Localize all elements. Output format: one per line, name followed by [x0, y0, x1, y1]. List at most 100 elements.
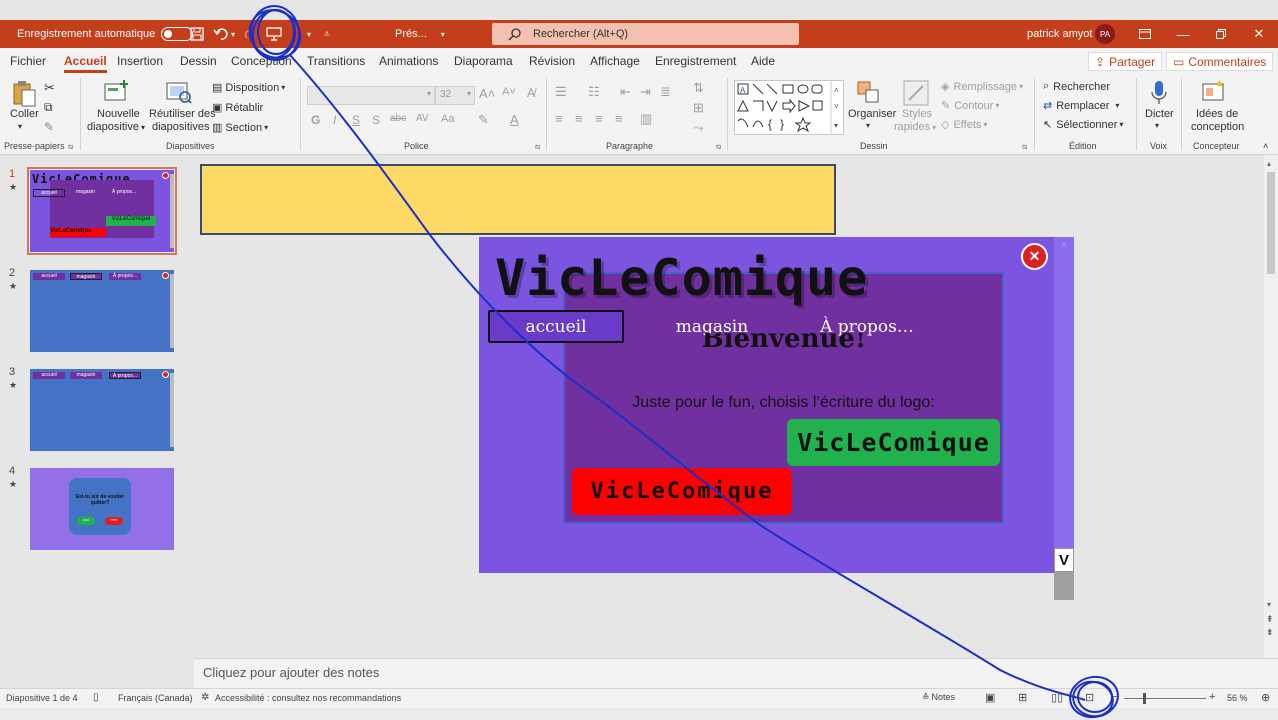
ribbon-display-icon[interactable] [1126, 20, 1164, 48]
tab-conception[interactable]: Conception [231, 54, 292, 68]
user-name[interactable]: patrick amyot [1027, 20, 1092, 48]
tab-diaporama[interactable]: Diaporama [454, 54, 513, 68]
text-direction-icon[interactable]: ⇅ [693, 80, 704, 96]
designer-icon[interactable] [1201, 80, 1227, 107]
paste-label[interactable]: Coller [10, 108, 39, 120]
design-ideas-label-2[interactable]: conception [1191, 121, 1244, 133]
numbering-icon[interactable]: ☷ [588, 84, 600, 100]
zoom-slider-thumb[interactable] [1143, 693, 1146, 704]
redo-icon[interactable] [244, 20, 256, 48]
comments-button[interactable]: ▭ Commentaires [1166, 52, 1274, 71]
language-indicator[interactable]: Français (Canada) [118, 693, 193, 703]
search-input[interactable]: Rechercher (Alt+Q) [492, 23, 799, 45]
zoom-in-icon[interactable]: + [1209, 691, 1215, 703]
notes-placeholder[interactable]: Cliquez pour ajouter des notes [203, 665, 379, 680]
popup-scroll-thumb[interactable]: V [1054, 548, 1074, 600]
tab-revision[interactable]: Révision [529, 54, 575, 68]
zoom-slider[interactable] [1124, 698, 1206, 699]
align-center-icon[interactable]: ≡ [575, 111, 583, 126]
reset-button[interactable]: ▣ Rétablir [212, 101, 263, 115]
dialog-launcher-icon[interactable]: ⧅ [1022, 142, 1027, 152]
zoom-out-icon[interactable]: − [1113, 691, 1119, 703]
tab-affichage[interactable]: Affichage [590, 54, 640, 68]
shape-outline-button[interactable]: ✎ Contour ▾ [941, 99, 999, 113]
new-slide-icon[interactable] [104, 80, 130, 107]
highlight-icon[interactable]: ✎ [478, 112, 489, 128]
slide-canvas[interactable]: VicLeComique accueil magasin À propos… B… [479, 237, 1074, 573]
slide-thumbnail-2[interactable]: accueil magasin À propos... [30, 270, 174, 352]
qat-dropdown-icon[interactable]: ▾ [307, 20, 311, 48]
italic-button[interactable]: I [333, 113, 336, 127]
design-ideas-label-1[interactable]: Idées de [1196, 108, 1238, 120]
green-logo-option[interactable]: VicLeComique [787, 419, 1000, 466]
strikethrough-button[interactable]: abc [390, 113, 406, 124]
tab-aide[interactable]: Aide [751, 54, 775, 68]
scroll-down-icon[interactable]: ▾ [1267, 600, 1271, 609]
minimize-button[interactable]: — [1164, 20, 1202, 48]
tab-accueil[interactable]: Accueil [64, 54, 107, 73]
align-text-icon[interactable]: ⊞ [693, 100, 704, 116]
clear-format-icon[interactable]: A̸ [527, 86, 535, 100]
close-button[interactable]: ✕ [1240, 20, 1278, 48]
dialog-launcher-icon[interactable]: ⧅ [716, 142, 721, 152]
accessibility-status[interactable]: Accessibilité : consultez nos recommanda… [215, 693, 401, 703]
tab-fichier[interactable]: Fichier [10, 54, 46, 68]
previous-slide-icon[interactable]: ⇞ [1266, 614, 1274, 625]
underline-button[interactable]: S [352, 113, 360, 127]
grow-font-icon[interactable]: A˄ [479, 86, 495, 101]
editor-scrollbar[interactable]: ▴ ▾ ⇞ ⇟ [1264, 155, 1278, 658]
zoom-level[interactable]: 56 % [1227, 693, 1248, 703]
scroll-up-icon[interactable]: ˄ [1054, 240, 1074, 252]
shape-fill-button[interactable]: ◈ Remplissage ▾ [941, 80, 1023, 94]
notes-toggle-button[interactable]: ≙ Notes [922, 692, 955, 703]
new-slide-label-2[interactable]: diapositive ▾ [87, 121, 145, 133]
find-button[interactable]: ⌕ Rechercher [1043, 80, 1110, 93]
shrink-font-icon[interactable]: A˅ [502, 86, 516, 98]
justify-icon[interactable]: ≡ [615, 111, 623, 126]
align-left-icon[interactable]: ≡ [555, 111, 563, 126]
fit-to-window-icon[interactable]: ⊕ [1261, 691, 1270, 704]
new-slide-label-1[interactable]: Nouvelle [97, 108, 140, 120]
reading-view-icon[interactable]: ▯▯ [1051, 691, 1063, 704]
quick-styles-label-1[interactable]: Styles [902, 108, 932, 120]
slide-thumbnail-4[interactable]: Est-tu sûr de vouloir quitter? oui non [30, 468, 174, 550]
document-title[interactable]: Prés... ▾ [395, 20, 445, 48]
slide-thumbnail-1[interactable]: VicLeComique accueil magasin À propos...… [27, 167, 177, 255]
scroll-thumb[interactable] [1267, 172, 1275, 274]
arrange-icon[interactable] [856, 80, 882, 109]
nav-home-button[interactable]: accueil [488, 310, 624, 343]
char-spacing-button[interactable]: AV [416, 113, 429, 124]
tab-enregistrement[interactable]: Enregistrement [655, 54, 736, 68]
dictate-label[interactable]: Dicter [1145, 108, 1174, 120]
format-painter-icon[interactable]: ✎ [44, 120, 54, 134]
columns-icon[interactable]: ▥ [640, 111, 652, 127]
tab-transitions[interactable]: Transitions [307, 54, 365, 68]
red-logo-option[interactable]: VicLeComique [572, 468, 792, 515]
customize-qat-icon[interactable]: ⩡ [324, 20, 330, 48]
tab-insertion[interactable]: Insertion [117, 54, 163, 68]
dialog-launcher-icon[interactable]: ⧅ [68, 142, 73, 152]
tab-animations[interactable]: Animations [379, 54, 438, 68]
section-button[interactable]: ▥ Section ▾ [212, 121, 268, 135]
font-color-icon[interactable]: A [510, 112, 519, 127]
chevron-down-icon[interactable]: ▾ [18, 122, 22, 131]
autosave[interactable]: Enregistrement automatique [17, 20, 194, 48]
select-button[interactable]: ↖ Sélectionner ▾ [1043, 118, 1123, 132]
decrease-indent-icon[interactable]: ⇤ [620, 84, 631, 100]
reuse-slides-icon[interactable] [166, 80, 192, 107]
slide-thumbnail-3[interactable]: accueil magasin À propos... [30, 369, 174, 451]
reuse-slides-label-2[interactable]: diapositives [152, 121, 209, 133]
microphone-icon[interactable] [1151, 80, 1167, 109]
reuse-slides-label-1[interactable]: Réutiliser des [149, 108, 216, 120]
tab-dessin[interactable]: Dessin [180, 54, 217, 68]
arrange-label[interactable]: Organiser [848, 108, 896, 120]
font-size-box[interactable]: 32 ▾ [435, 86, 475, 105]
line-spacing-icon[interactable]: ≣ [660, 84, 671, 100]
next-slide-icon[interactable]: ⇟ [1266, 627, 1274, 638]
save-icon[interactable] [190, 20, 204, 48]
bold-button[interactable]: G [311, 113, 320, 127]
collapse-ribbon-icon[interactable]: ˄ [1263, 141, 1268, 151]
smartart-icon[interactable]: ⤳ [693, 120, 703, 136]
quick-styles-icon[interactable] [903, 80, 929, 109]
present-from-start-icon[interactable] [266, 20, 282, 48]
